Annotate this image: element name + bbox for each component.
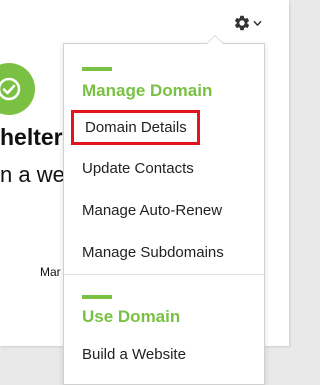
menu-divider — [64, 274, 264, 275]
gear-icon — [234, 15, 250, 31]
menu-item-manage-subdomains[interactable]: Manage Subdomains — [82, 244, 224, 261]
menu-item-manage-auto-renew[interactable]: Manage Auto-Renew — [82, 202, 222, 219]
menu-item-build-a-website[interactable]: Build a Website — [82, 346, 186, 363]
menu-item-update-contacts[interactable]: Update Contacts — [82, 160, 194, 177]
dropdown-caret — [207, 36, 223, 44]
section-accent-bar — [82, 67, 112, 71]
page-small-text: Mar — [40, 265, 61, 279]
section-title-use-domain: Use Domain — [82, 307, 181, 326]
checkmark-circle-icon — [0, 63, 35, 115]
section-accent-bar — [82, 295, 112, 299]
checkmark-icon — [0, 77, 21, 101]
menu-item-domain-details[interactable]: Domain Details — [71, 110, 200, 145]
page-heading: helter — [0, 124, 63, 150]
settings-menu-toggle[interactable] — [233, 13, 262, 33]
domain-actions-dropdown: Manage Domain Domain Details Update Cont… — [63, 35, 265, 385]
chevron-down-icon — [253, 20, 262, 26]
section-title-manage-domain: Manage Domain — [82, 81, 213, 100]
